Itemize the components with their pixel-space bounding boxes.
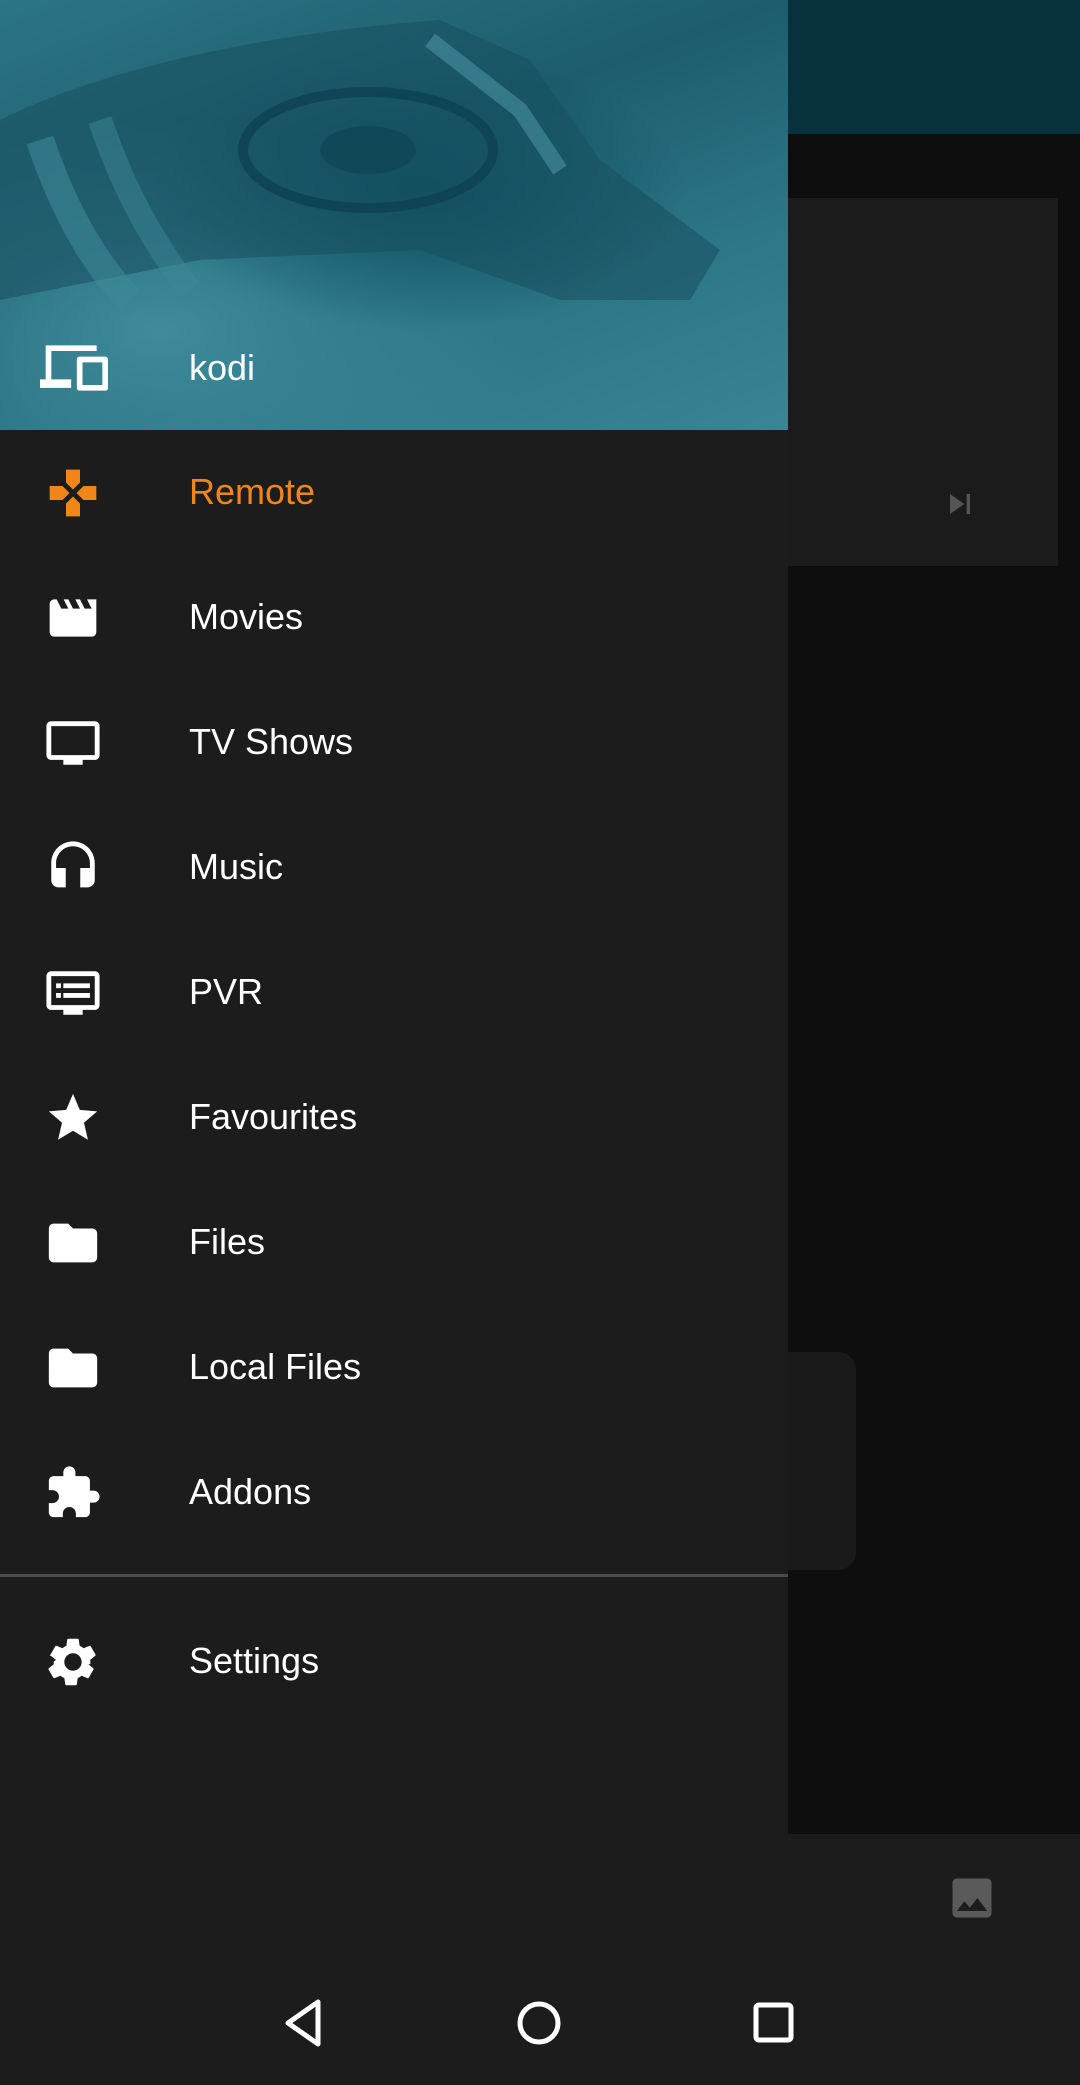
nav-item-addons[interactable]: Addons [0,1430,788,1555]
system-navigation-bar [0,1960,1080,2085]
gear-icon [42,1633,104,1691]
nav-label-tv-shows: TV Shows [189,721,354,762]
movie-clapper-icon [42,589,104,647]
nav-label-pvr: PVR [189,971,264,1012]
headphones-icon [42,839,104,897]
nav-item-files[interactable]: Files [0,1180,788,1305]
drawer-header: kodi [0,0,788,430]
star-icon [42,1089,104,1147]
nav-item-movies[interactable]: Movies [0,555,788,680]
nav-item-favourites[interactable]: Favourites [0,1055,788,1180]
navigation-drawer: kodi Remote Movies TV Shows Music PVR Fa… [0,0,788,1960]
skip-next-icon [950,494,970,514]
nav-label-music: Music [189,846,284,887]
nav-label-movies: Movies [189,596,304,637]
nav-label-remote: Remote [189,471,316,512]
nav-item-tv-shows[interactable]: TV Shows [0,680,788,805]
nav-item-settings[interactable]: Settings [0,1599,788,1724]
tv-guide-icon [42,964,104,1022]
home-icon[interactable] [504,1988,574,2058]
host-selector[interactable]: kodi [0,322,788,414]
nav-item-music[interactable]: Music [0,805,788,930]
drawer-divider [0,1574,788,1577]
background-now-playing-card [780,198,1058,566]
nav-item-pvr[interactable]: PVR [0,930,788,1055]
host-name: kodi [189,347,256,388]
gamepad-icon [42,464,104,522]
nav-item-remote[interactable]: Remote [0,430,788,555]
image-icon [952,1878,992,1918]
folder-icon [42,1214,104,1272]
nav-label-settings: Settings [189,1640,320,1681]
folder-icon [42,1339,104,1397]
nav-item-local-files[interactable]: Local Files [0,1305,788,1430]
nav-label-favourites: Favourites [189,1096,358,1137]
nav-label-addons: Addons [189,1471,312,1512]
nav-label-local-files: Local Files [189,1346,362,1387]
recents-icon[interactable] [738,1988,808,2058]
background-panel [780,1352,856,1570]
tv-icon [42,714,104,772]
devices-icon [40,345,108,391]
back-icon[interactable] [270,1988,340,2058]
puzzle-icon [42,1464,104,1522]
nav-label-files: Files [189,1221,266,1262]
